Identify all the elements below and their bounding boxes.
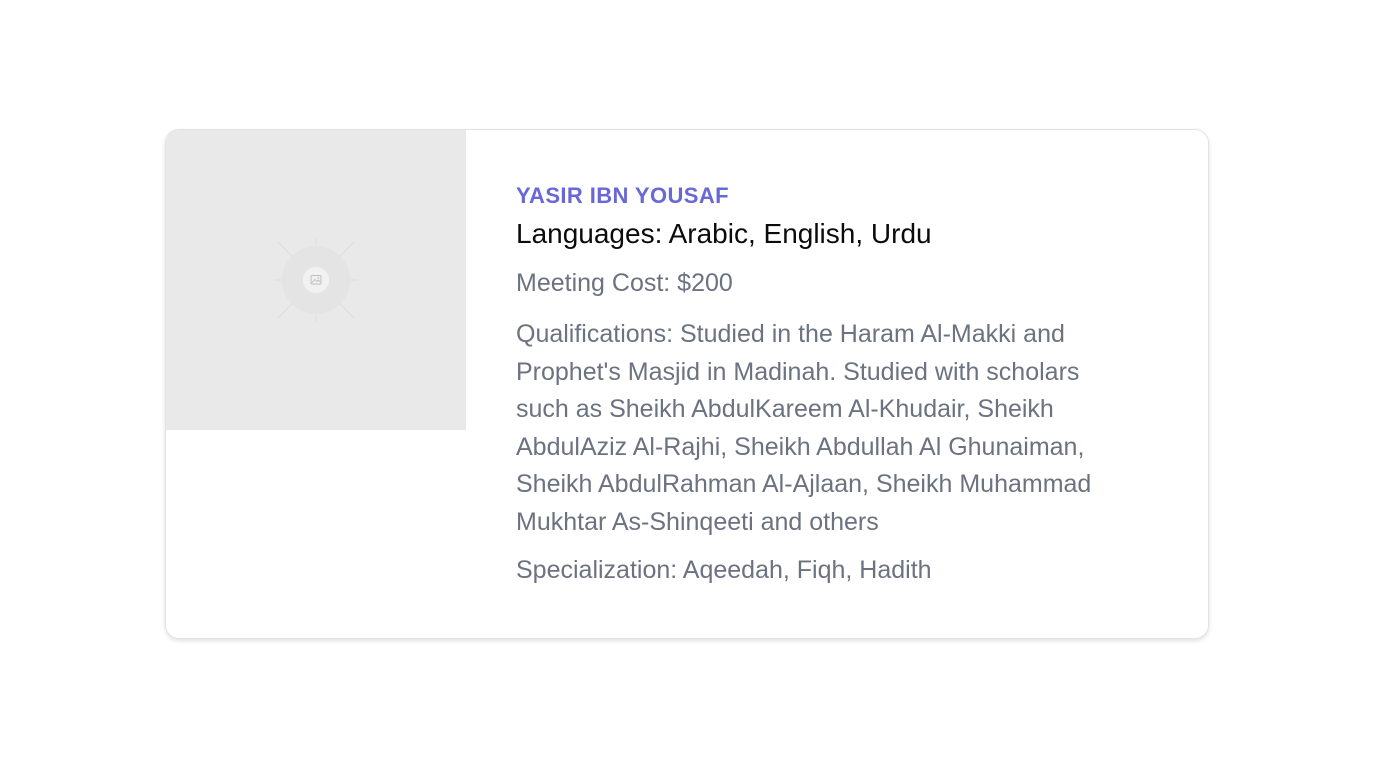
- scholar-info: YASIR IBN YOUSAF Languages: Arabic, Engl…: [516, 182, 1136, 587]
- scholar-name: YASIR IBN YOUSAF: [516, 183, 730, 208]
- scholar-card: YASIR IBN YOUSAF Languages: Arabic, Engl…: [165, 129, 1209, 639]
- scholar-specialization: Specialization: Aqeedah, Fiqh, Hadith: [516, 556, 932, 584]
- meeting-cost: Meeting Cost: $200: [516, 269, 733, 297]
- scholar-languages: Languages: Arabic, English, Urdu: [516, 218, 932, 249]
- scholar-qualifications: Qualifications: Studied in the Haram Al-…: [516, 320, 1092, 536]
- scholar-photo-placeholder: [166, 130, 466, 430]
- image-placeholder-icon: [274, 238, 358, 322]
